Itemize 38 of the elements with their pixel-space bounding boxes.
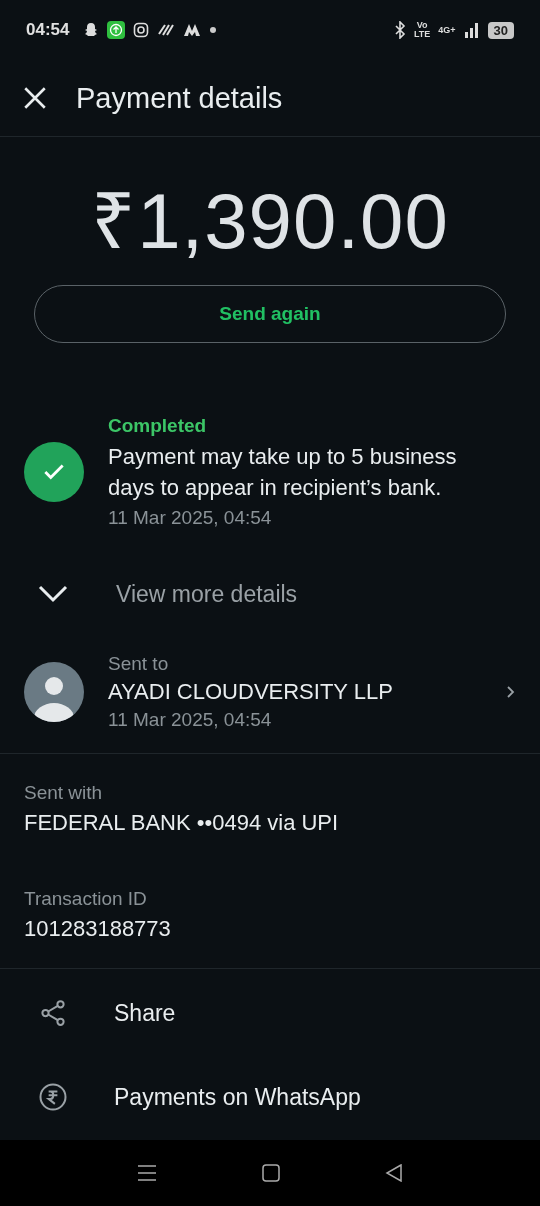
upload-icon	[107, 21, 126, 39]
menu-icon[interactable]	[137, 1164, 157, 1182]
status-time: 11 Mar 2025, 04:54	[108, 507, 273, 529]
check-icon	[24, 442, 84, 502]
detail-value: FEDERAL BANK ••0494 via UPI	[24, 810, 340, 836]
view-more-label: View more details	[116, 580, 298, 608]
camera-icon	[133, 22, 150, 38]
back-icon[interactable]	[385, 1164, 403, 1182]
m-logo-icon	[183, 23, 202, 37]
avatar-icon	[24, 662, 84, 722]
close-button[interactable]	[22, 85, 48, 111]
network-label: 4G+	[438, 25, 456, 35]
battery-indicator: 30	[487, 21, 514, 39]
status-label: Completed	[108, 415, 208, 437]
recipient-name[interactable]: AYADI CLOUDVERSITY LLP	[108, 679, 482, 705]
detail-label: Sent with	[24, 782, 104, 804]
detail-label: Transaction ID	[24, 888, 148, 910]
sent-time: 11 Mar 2025, 04:54	[108, 709, 273, 731]
page-title: Payment details	[76, 81, 283, 115]
payment-amount: ₹1,390.00	[90, 176, 450, 267]
action-item[interactable]: Payments on WhatsApp	[0, 1069, 540, 1125]
home-icon[interactable]	[262, 1164, 280, 1182]
action-label: Share	[114, 999, 176, 1027]
bluetooth-icon	[393, 21, 406, 39]
action-label: Payments on WhatsApp	[114, 1083, 361, 1111]
view-more-button[interactable]: View more details	[0, 569, 540, 619]
chevron-right-icon[interactable]	[506, 685, 516, 699]
dot-icon	[209, 26, 218, 34]
status-time: 04:54	[26, 20, 70, 40]
stripes-icon	[157, 22, 176, 38]
sent-to-label: Sent to	[108, 653, 170, 675]
detail-value: 101283188773	[24, 916, 172, 942]
share-icon	[38, 998, 68, 1028]
rupee-icon	[38, 1082, 68, 1112]
signal-icon	[463, 22, 480, 38]
status-message: Payment may take up to 5 business days to appear in recipient’s bank.	[108, 443, 458, 502]
action-item[interactable]: Share	[0, 985, 540, 1041]
volte-label: Vo LTE	[413, 21, 431, 39]
